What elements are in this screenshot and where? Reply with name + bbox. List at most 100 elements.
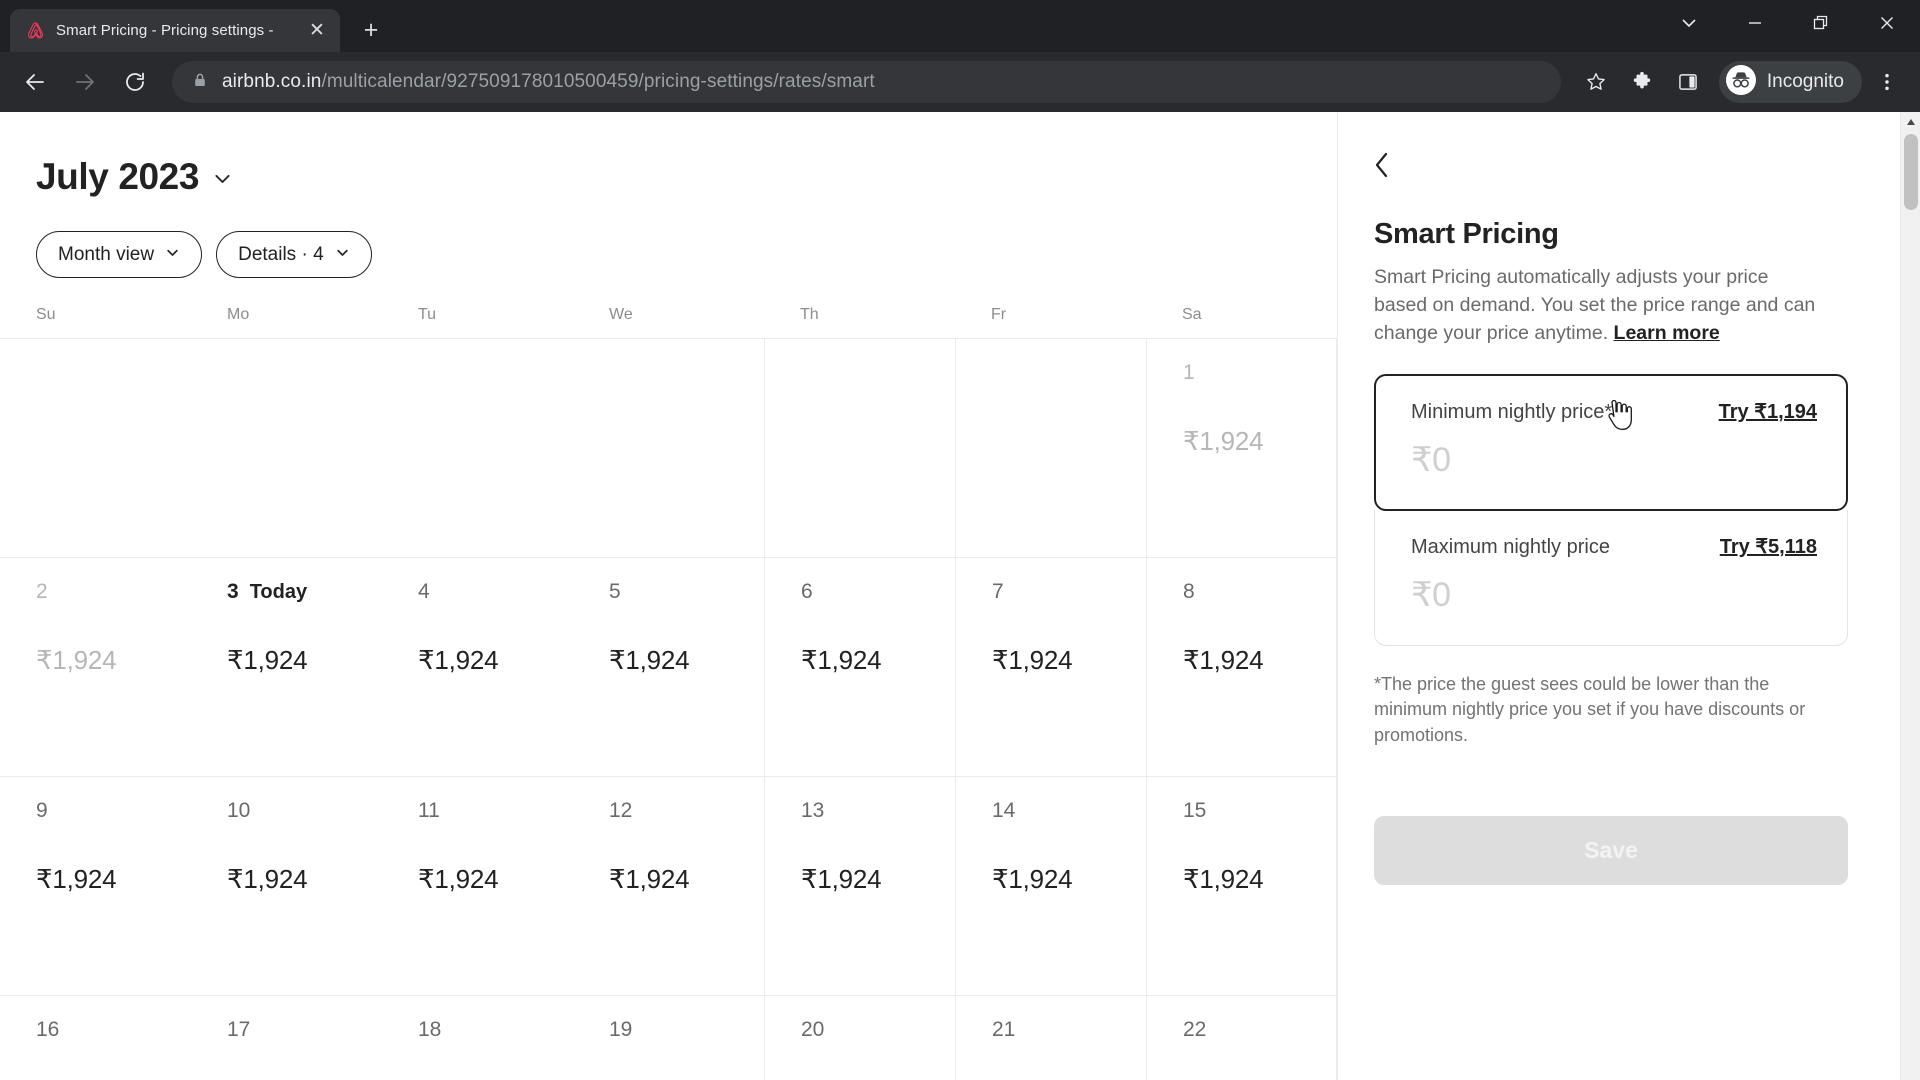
reload-button[interactable] — [112, 59, 158, 105]
calendar-day-price[interactable]: ₹1,924 — [801, 864, 955, 895]
extensions-puzzle-icon[interactable] — [1621, 61, 1663, 103]
calendar-day-cell[interactable]: 4 ₹1,924 — [382, 558, 573, 776]
calendar-day-cell[interactable]: 10 ₹1,924 — [191, 777, 382, 995]
try-maximum-price-link[interactable]: Try ₹5,118 — [1720, 534, 1817, 559]
weekday-label-mo: Mo — [227, 306, 250, 323]
address-bar[interactable]: airbnb.co.in/multicalendar/9275091780105… — [172, 61, 1561, 103]
calendar-day-cell[interactable]: 8 ₹1,924 — [1146, 558, 1337, 776]
month-selector[interactable]: July 2023 — [36, 156, 1337, 198]
minimum-price-input[interactable]: ₹0 — [1411, 440, 1817, 480]
maximize-restore-button[interactable] — [1788, 0, 1854, 46]
calendar-day-cell[interactable]: 16₹1,924 — [0, 996, 191, 1080]
back-button[interactable] — [12, 59, 58, 105]
calendar-day-cell[interactable]: 9 ₹1,924 — [0, 777, 191, 995]
calendar-day-cell[interactable]: 13 ₹1,924 — [764, 777, 955, 995]
calendar-empty-cell — [0, 339, 191, 557]
url-host: airbnb.co.in — [222, 71, 322, 92]
weekday-header-row: Su Mo Tu We Th Fr Sa — [0, 278, 1337, 339]
try-minimum-price-link[interactable]: Try ₹1,194 — [1719, 399, 1817, 424]
calendar-day-number: 2 — [36, 580, 191, 604]
calendar-day-price[interactable]: ₹1,924 — [227, 645, 382, 676]
calendar-day-cell[interactable]: 18₹1,924 — [382, 996, 573, 1080]
smart-pricing-panel: Smart Pricing Smart Pricing automaticall… — [1338, 112, 1900, 1080]
month-view-filter[interactable]: Month view — [36, 231, 203, 278]
tab-close-icon[interactable]: ✕ — [304, 18, 330, 44]
calendar-day-cell[interactable]: 1 ₹1,924 — [1146, 339, 1337, 557]
details-filter[interactable]: Details · 4 — [216, 231, 372, 278]
calendar-day-price[interactable]: ₹1,924 — [1183, 426, 1336, 457]
forward-button[interactable] — [62, 59, 108, 105]
calendar-day-cell[interactable]: 7 ₹1,924 — [955, 558, 1146, 776]
calendar-day-cell[interactable]: 12 ₹1,924 — [573, 777, 764, 995]
calendar-day-cell[interactable]: 11 ₹1,924 — [382, 777, 573, 995]
weekday-label-fr: Fr — [991, 306, 1007, 323]
day-number-text: 2 — [36, 580, 48, 603]
calendar-day-number: 13 — [801, 799, 955, 823]
browser-tab[interactable]: Smart Pricing - Pricing settings - ✕ — [10, 9, 340, 52]
calendar-day-cell[interactable]: 14 ₹1,924 — [955, 777, 1146, 995]
panel-back-button[interactable] — [1374, 148, 1408, 182]
day-number-text: 5 — [609, 580, 621, 603]
calendar-day-cell[interactable]: 2 ₹1,924 — [0, 558, 191, 776]
tab-search-button[interactable] — [1656, 0, 1722, 46]
chrome-menu-icon[interactable] — [1866, 61, 1908, 103]
calendar-day-cell[interactable]: 19₹1,924 — [573, 996, 764, 1080]
day-number-text: 8 — [1183, 580, 1195, 603]
calendar-week-row: 16₹1,92417₹1,92418₹1,92419₹1,92420₹1,924… — [0, 996, 1337, 1080]
day-number-text: 6 — [801, 580, 813, 603]
calendar-day-number: 7 — [992, 580, 1146, 604]
minimum-nightly-price-card[interactable]: Minimum nightly price* Try ₹1,194 ₹0 — [1374, 373, 1848, 511]
calendar-filters: Month view Details · 4 — [36, 231, 1337, 278]
calendar-day-cell[interactable]: 22₹1,924 — [1146, 996, 1337, 1080]
day-number-text: 1 — [1183, 361, 1195, 384]
day-number-text: 4 — [418, 580, 430, 603]
calendar-day-cell[interactable]: 15 ₹1,924 — [1146, 777, 1337, 995]
calendar-day-price[interactable]: ₹1,924 — [992, 864, 1146, 895]
side-panel-icon[interactable] — [1667, 61, 1709, 103]
minimize-button[interactable] — [1722, 0, 1788, 46]
calendar-day-price[interactable]: ₹1,924 — [418, 645, 573, 676]
page-scrollbar[interactable] — [1900, 112, 1920, 1080]
calendar-day-price[interactable]: ₹1,924 — [36, 645, 191, 676]
browser-window: Smart Pricing - Pricing settings - ✕ + a… — [0, 0, 1920, 1080]
learn-more-link[interactable]: Learn more — [1614, 322, 1720, 344]
calendar-day-price[interactable]: ₹1,924 — [992, 645, 1146, 676]
bookmark-star-icon[interactable] — [1575, 61, 1617, 103]
calendar-day-number: 21 — [992, 1018, 1146, 1042]
save-button[interactable]: Save — [1374, 816, 1848, 886]
calendar-day-price[interactable]: ₹1,924 — [418, 864, 573, 895]
day-number-text: 15 — [1183, 799, 1207, 822]
calendar-header: July 2023 Month view Details · 4 — [0, 112, 1337, 278]
incognito-label: Incognito — [1766, 71, 1844, 92]
day-number-text: 21 — [992, 1018, 1016, 1041]
maximum-price-input[interactable]: ₹0 — [1411, 575, 1817, 615]
calendar-day-cell[interactable]: 6 ₹1,924 — [764, 558, 955, 776]
calendar-day-price[interactable]: ₹1,924 — [801, 645, 955, 676]
close-window-button[interactable] — [1854, 0, 1920, 46]
calendar-day-number: 9 — [36, 799, 191, 823]
day-number-text: 11 — [418, 799, 440, 822]
calendar-day-cell[interactable]: 20₹1,924 — [764, 996, 955, 1080]
calendar-day-cell[interactable]: 17₹1,924 — [191, 996, 382, 1080]
calendar-day-price[interactable]: ₹1,924 — [609, 864, 764, 895]
calendar-day-price[interactable]: ₹1,924 — [1183, 864, 1336, 895]
scroll-up-arrow-icon[interactable] — [1906, 112, 1916, 132]
maximum-nightly-price-card[interactable]: Maximum nightly price Try ₹5,118 ₹0 — [1374, 509, 1848, 646]
calendar-day-price[interactable]: ₹1,924 — [227, 864, 382, 895]
incognito-profile-chip[interactable]: Incognito — [1718, 61, 1862, 103]
calendar-day-cell[interactable]: 21₹1,924 — [955, 996, 1146, 1080]
day-number-text: 7 — [992, 580, 1004, 603]
calendar-day-number: 17 — [227, 1018, 382, 1042]
calendar-day-number: 1 — [1183, 361, 1336, 385]
calendar-day-price[interactable]: ₹1,924 — [36, 864, 191, 895]
day-number-text: 18 — [418, 1018, 442, 1041]
price-footnote: *The price the guest sees could be lower… — [1374, 673, 1806, 745]
calendar-empty-cell — [191, 339, 382, 557]
multicalendar: July 2023 Month view Details · 4 Su Mo T… — [0, 112, 1338, 1080]
calendar-day-cell[interactable]: 5 ₹1,924 — [573, 558, 764, 776]
calendar-day-cell[interactable]: 3 Today ₹1,924 — [191, 558, 382, 776]
calendar-day-price[interactable]: ₹1,924 — [1183, 645, 1336, 676]
scrollbar-thumb[interactable] — [1903, 134, 1918, 210]
calendar-day-price[interactable]: ₹1,924 — [609, 645, 764, 676]
new-tab-button[interactable]: + — [354, 13, 388, 47]
